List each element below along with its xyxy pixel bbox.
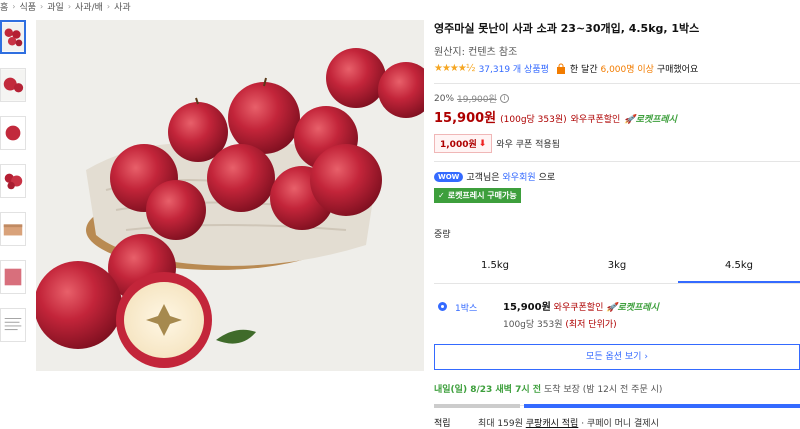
info-icon[interactable]: i [499, 94, 509, 103]
sale-price: 15,900원 [434, 111, 497, 126]
option-unit-price: 100g당 353원 [503, 320, 563, 330]
buy-count-text: 한 달간 6,000명 이상 구매했어요 [569, 65, 699, 75]
option-lowest-unit-note: (최저 단위가) [565, 320, 617, 330]
coupon-applied-text: 와우 쿠폰 적용됨 [496, 140, 560, 150]
rating-row: ★★★★½ 37,319 개 상품평 한 달간 6,000명 이상 구매했어요 [434, 62, 800, 75]
option-price: 15,900원 [503, 302, 551, 313]
tab-1-5kg[interactable]: 1.5kg [434, 252, 556, 283]
price-row: 15,900원 (100g당 353원) 와우쿠폰할인 🚀로켓프레시 [434, 107, 800, 126]
all-options-button[interactable]: 모든 옵션 보기 › [434, 344, 800, 370]
thumbnail-3[interactable] [0, 116, 26, 150]
breadcrumb-apple[interactable]: 사과 [114, 0, 131, 13]
delivery-guarantee: 도착 보장 [543, 385, 580, 395]
thumbnail-6[interactable] [0, 260, 26, 294]
option-rocket-fresh: 🚀로켓프레시 [606, 303, 659, 313]
thumbnail-5[interactable] [0, 212, 26, 246]
breadcrumb-home[interactable]: 홈 [0, 0, 8, 13]
rating-stars[interactable]: ★★★★½ [434, 63, 476, 74]
points-row: 적립 최대 159원 쿠팡캐시 적립 · 쿠페이 머니 결제시 [434, 416, 800, 429]
weight-option-tabs: 1.5kg 3kg 4.5kg [434, 252, 800, 284]
product-info-panel: 영주마실 못난이 사과 소과 23~30개입, 4.5kg, 1박스 원산지: … [434, 20, 800, 429]
product-title: 영주마실 못난이 사과 소과 23~30개입, 4.5kg, 1박스 [434, 22, 700, 35]
delivery-note: (밤 12시 전 주문 시) [582, 385, 663, 395]
coupon-row: 1,000원 ⬇ 와우 쿠폰 적용됨 [434, 134, 800, 153]
unit-price: (100g당 353원) [500, 115, 567, 125]
rocket-fresh-label: 🚀로켓프레시 [624, 115, 677, 125]
tab-4-5kg[interactable]: 4.5kg [678, 252, 800, 283]
wow-text-suffix: 으로 [538, 173, 556, 183]
option-item[interactable]: 1박스 15,900원 와우쿠폰할인 🚀로켓프레시 100g당 353원 (최저… [434, 298, 800, 336]
check-icon: ✓ [438, 191, 445, 200]
delivery-row: 내일(일) 8/23 새벽 7시 전 도착 보장 (밤 12시 전 주문 시) [434, 382, 800, 395]
wow-discount-label: 와우쿠폰할인 [570, 115, 621, 125]
breadcrumb-separator: › [40, 1, 44, 11]
thumbnail-1[interactable] [0, 20, 26, 54]
bag-icon [555, 63, 567, 75]
breadcrumb-separator: › [67, 1, 72, 11]
discount-row: 20% 19,900원 i [434, 92, 800, 105]
product-image [36, 20, 424, 371]
tab-3kg[interactable]: 3kg [556, 252, 678, 283]
buy-button[interactable] [524, 404, 800, 408]
thumbnail-2[interactable] [0, 68, 26, 102]
wow-member-link[interactable]: 와우회원 [503, 170, 536, 183]
coupon-arrow-icon: ⬇ [478, 138, 487, 149]
option-name: 1박스 [455, 304, 478, 314]
divider [434, 83, 800, 84]
breadcrumb-fruit[interactable]: 과일 [47, 0, 64, 13]
breadcrumb-apple-pear[interactable]: 사과/배 [75, 0, 103, 13]
review-count-link[interactable]: 37,319 개 상품평 [479, 62, 549, 75]
points-label: 적립 [434, 419, 451, 429]
origin-text: 원산지: 컨텐츠 참조 [434, 47, 518, 58]
option-label: 중량 [434, 230, 451, 240]
wow-member-row: WOW 고객님은 와우회원 으로 [434, 170, 800, 183]
discount-rate: 20% [434, 93, 455, 104]
divider [434, 161, 800, 162]
wow-badge: WOW [434, 171, 464, 182]
rocket-fresh-available-badge: ✓ 로켓프레시 구매가능 [434, 188, 521, 203]
thumbnail-7[interactable] [0, 308, 26, 342]
original-price: 19,900원 [457, 95, 497, 105]
breadcrumb: 홈 › 식품 › 과일 › 사과/배 › 사과 [0, 0, 131, 13]
breadcrumb-food[interactable]: 식품 [19, 0, 36, 13]
coupang-cash-link[interactable]: 쿠팡캐시 적립 [526, 419, 579, 429]
wow-text-prefix: 고객님은 [466, 173, 500, 183]
option-wow-discount: 와우쿠폰할인 [553, 303, 604, 313]
chevron-right-icon: › [644, 352, 648, 362]
delivery-eta: 내일(일) 8/23 새벽 7시 전 [434, 385, 542, 395]
radio-selected-icon[interactable] [438, 302, 447, 311]
quantity-box[interactable] [434, 404, 520, 408]
thumbnail-list [0, 20, 28, 356]
breadcrumb-separator: › [12, 1, 16, 11]
action-buttons-edge [434, 404, 800, 408]
points-text: 최대 159원 쿠팡캐시 적립 · 쿠페이 머니 결제시 [478, 419, 659, 429]
option-detail: 15,900원 와우쿠폰할인 🚀로켓프레시 100g당 353원 (최저 단위가… [503, 298, 659, 330]
breadcrumb-separator: › [106, 1, 111, 11]
thumbnail-4[interactable] [0, 164, 26, 198]
coupon-badge[interactable]: 1,000원 ⬇ [434, 134, 493, 153]
